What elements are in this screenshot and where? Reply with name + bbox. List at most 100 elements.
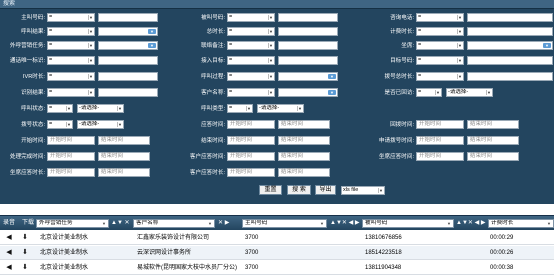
date-start-input[interactable]: 开始时间 bbox=[416, 136, 464, 145]
field-operator-select[interactable]: = ▼ bbox=[227, 88, 275, 97]
cell-caller: 3700 bbox=[245, 235, 259, 241]
date-end-input[interactable]: 结束时间 bbox=[278, 120, 330, 129]
date-start-input[interactable]: 开始时间 bbox=[227, 152, 275, 161]
col-task-sort-icon[interactable]: ▲▼ ✕ bbox=[111, 216, 130, 231]
field-input[interactable] bbox=[98, 72, 158, 81]
field-input[interactable] bbox=[278, 27, 338, 36]
field-operator-select[interactable]: = ▼ bbox=[227, 27, 275, 36]
field-operator-select[interactable]: = ▼ bbox=[47, 13, 95, 22]
status-select[interactable]: -请选择- ▼ bbox=[446, 88, 493, 97]
play-icon[interactable]: ◀ bbox=[5, 234, 13, 242]
export-format-select[interactable]: xls file ▼ bbox=[341, 186, 385, 195]
field-input[interactable] bbox=[278, 13, 338, 22]
cell-task: 北京设计美业制水 bbox=[40, 265, 89, 271]
date-label: 开始时间: bbox=[21, 138, 45, 144]
date-end-input[interactable]: 结束时间 bbox=[467, 136, 519, 145]
date-start-input[interactable]: 开始时间 bbox=[416, 120, 464, 129]
field-operator-select[interactable]: = ▼ bbox=[416, 88, 442, 97]
field-input[interactable] bbox=[467, 13, 553, 22]
date-end-input[interactable]: 结束时间 bbox=[278, 168, 330, 177]
play-icon[interactable]: ◀ bbox=[5, 249, 13, 257]
download-icon[interactable]: ⬇ bbox=[21, 249, 29, 257]
field-label: 接入目标: bbox=[201, 58, 225, 64]
date-start-input[interactable]: 开始时间 bbox=[47, 152, 95, 161]
field-operator-select[interactable]: = ▼ bbox=[47, 41, 95, 50]
field-operator-select[interactable]: = ▼ bbox=[227, 56, 275, 65]
table-row[interactable]: ◀ ⬇ 北京设计美业制水 汇鑫家乐装饰设计有限公司 3700 138106768… bbox=[0, 231, 554, 245]
field-input[interactable]: ▼ bbox=[467, 41, 553, 50]
date-start-input[interactable]: 开始时间 bbox=[227, 136, 275, 145]
date-end-input[interactable]: 结束时间 bbox=[467, 152, 519, 161]
field-operator-select[interactable]: = ▼ bbox=[416, 56, 464, 65]
chevron-down-icon: ▼ bbox=[66, 106, 71, 111]
date-end-input[interactable]: 结束时间 bbox=[98, 152, 150, 161]
download-icon[interactable]: ⬇ bbox=[21, 264, 29, 272]
date-start-input[interactable]: 开始时间 bbox=[416, 152, 464, 161]
export-button[interactable]: 导出 bbox=[315, 185, 336, 195]
col-header-caller[interactable]: 主叫号码 ▼ bbox=[242, 219, 327, 228]
field-input[interactable] bbox=[98, 13, 158, 22]
field-operator-select[interactable]: = ▼ bbox=[416, 27, 464, 36]
date-start-input[interactable]: 开始时间 bbox=[47, 168, 95, 177]
field-input[interactable] bbox=[278, 56, 338, 65]
col-header-customer[interactable]: 客户名称 ▼ bbox=[133, 219, 215, 228]
field-input[interactable] bbox=[278, 41, 338, 50]
field-operator-select[interactable]: = ▼ bbox=[227, 104, 253, 113]
status-select[interactable]: -请选择- ▼ bbox=[257, 104, 304, 113]
col-callee-sort-icon[interactable]: ▲▼✕ ◀ ▶ bbox=[456, 216, 485, 231]
col-header-callee[interactable]: 被叫号码 ▼ bbox=[362, 219, 454, 228]
col-header-billing[interactable]: 计费时长 ▼ bbox=[488, 219, 554, 228]
chevron-down-icon: ▼ bbox=[447, 221, 451, 226]
field-input[interactable]: ▼ bbox=[278, 88, 338, 97]
field-operator-select[interactable]: = ▼ bbox=[47, 72, 95, 81]
field-operator-select[interactable]: = ▼ bbox=[47, 88, 95, 97]
chevron-down-icon: ▼ bbox=[148, 29, 156, 34]
date-label: 处理完成时间: bbox=[9, 154, 45, 160]
date-label: 回拨时间: bbox=[390, 122, 414, 128]
chevron-down-icon: ▼ bbox=[320, 221, 324, 226]
table-row[interactable]: ◀ ⬇ 北京设计美业制水 易城软件(昆明国家大枝中水员厂分公) 3700 138… bbox=[0, 261, 554, 275]
field-operator-select[interactable]: = ▼ bbox=[416, 72, 464, 81]
reset-button[interactable]: 重置 bbox=[259, 185, 282, 195]
field-input[interactable] bbox=[467, 27, 553, 36]
date-label: 客户应答时长: bbox=[189, 170, 225, 176]
status-select[interactable]: -请选择- ▼ bbox=[77, 120, 124, 129]
field-operator-select[interactable]: = ▼ bbox=[416, 13, 464, 22]
field-operator-select[interactable]: = ▼ bbox=[227, 72, 275, 81]
download-icon[interactable]: ⬇ bbox=[21, 234, 29, 242]
col-customer-sort-icon[interactable]: ✕ ▶ bbox=[218, 216, 229, 231]
date-end-input[interactable]: 结束时间 bbox=[467, 120, 519, 129]
status-select[interactable]: -请选择- ▼ bbox=[77, 104, 124, 113]
field-operator-select[interactable]: = ▼ bbox=[416, 41, 464, 50]
chevron-down-icon: ▼ bbox=[66, 122, 71, 127]
field-input[interactable] bbox=[98, 56, 158, 65]
field-input[interactable] bbox=[467, 56, 553, 65]
date-end-input[interactable]: 结束时间 bbox=[278, 152, 330, 161]
date-end-input[interactable]: 结束时间 bbox=[98, 136, 150, 145]
date-end-input[interactable]: 结束时间 bbox=[98, 168, 150, 177]
date-start-input[interactable]: 开始时间 bbox=[47, 136, 95, 145]
chevron-down-icon: ▼ bbox=[268, 58, 273, 63]
field-operator-select[interactable]: = ▼ bbox=[47, 120, 73, 129]
date-start-input[interactable]: 开始时间 bbox=[227, 168, 275, 177]
field-operator-select[interactable]: = ▼ bbox=[227, 41, 275, 50]
field-input[interactable]: ▼ bbox=[98, 41, 158, 50]
chevron-down-icon: ▼ bbox=[88, 58, 93, 63]
field-input[interactable]: ▼ bbox=[278, 72, 338, 81]
date-start-input[interactable]: 开始时间 bbox=[227, 120, 275, 129]
col-header-task[interactable]: 外呼营销任务 ▼ bbox=[36, 219, 109, 228]
field-input[interactable]: ▼ bbox=[98, 27, 158, 36]
search-button[interactable]: 搜 索 bbox=[287, 185, 311, 195]
field-input[interactable] bbox=[467, 72, 553, 81]
play-icon[interactable]: ◀ bbox=[5, 264, 13, 272]
field-operator-select[interactable]: = ▼ bbox=[47, 56, 95, 65]
field-input[interactable] bbox=[98, 88, 158, 97]
field-operator-select[interactable]: = ▼ bbox=[47, 27, 95, 36]
field-label: 目标号码: bbox=[390, 58, 414, 64]
field-label: 客户名称: bbox=[201, 90, 225, 96]
date-end-input[interactable]: 结束时间 bbox=[278, 136, 330, 145]
col-caller-sort-icon[interactable]: ▲▼✕ ◀ ▶ bbox=[330, 216, 359, 231]
field-operator-select[interactable]: = ▼ bbox=[47, 104, 73, 113]
field-operator-select[interactable]: = ▼ bbox=[227, 13, 275, 22]
table-row[interactable]: ◀ ⬇ 北京设计美业制水 云深识网设计事务所 3700 18514223518 … bbox=[0, 246, 554, 260]
